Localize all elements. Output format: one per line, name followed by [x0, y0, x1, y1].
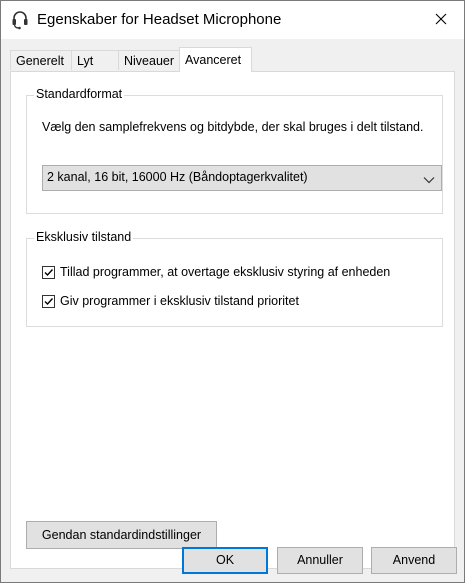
headset-icon — [11, 10, 29, 30]
exclusive-control-option[interactable]: Tillad programmer, at overtage eksklusiv… — [42, 263, 390, 281]
ok-button[interactable]: OK — [182, 547, 268, 574]
window-title: Egenskaber for Headset Microphone — [37, 11, 282, 28]
exclusive-priority-checkbox[interactable] — [42, 294, 55, 308]
tab-lyt[interactable]: Lyt — [71, 50, 119, 70]
chevron-down-icon — [423, 173, 435, 184]
default-format-select[interactable]: 2 kanal, 16 bit, 16000 Hz (Båndoptagerkv… — [42, 165, 442, 191]
apply-button[interactable]: Anvend — [371, 547, 457, 574]
exclusive-mode-group: Eksklusiv tilstand Tillad programmer, at… — [26, 230, 443, 327]
check-icon — [44, 268, 54, 276]
restore-defaults-button[interactable]: Gendan standardindstillinger — [26, 521, 217, 549]
tab-niveauer[interactable]: Niveauer — [118, 50, 180, 70]
properties-dialog: Egenskaber for Headset Microphone Genere… — [0, 0, 465, 583]
title-bar[interactable]: Egenskaber for Headset Microphone — [1, 1, 464, 39]
close-button[interactable] — [418, 1, 464, 39]
exclusive-priority-label: Giv programmer i eksklusiv tilstand prio… — [60, 294, 299, 308]
default-format-selected-value: 2 kanal, 16 bit, 16000 Hz (Båndoptagerkv… — [47, 170, 308, 184]
default-format-description: Vælg den samplefrekvens og bitdybde, der… — [42, 120, 424, 134]
default-format-group: Standardformat Vælg den samplefrekvens o… — [26, 87, 443, 214]
tab-avanceret[interactable]: Avanceret — [179, 47, 252, 72]
check-icon — [44, 297, 54, 305]
exclusive-priority-option[interactable]: Giv programmer i eksklusiv tilstand prio… — [42, 292, 299, 310]
dialog-client-area: Generelt Lyt Niveauer Avanceret Standard… — [1, 39, 464, 582]
exclusive-mode-legend: Eksklusiv tilstand — [34, 230, 134, 244]
cancel-button[interactable]: Annuller — [277, 547, 363, 574]
exclusive-control-checkbox[interactable] — [42, 265, 55, 279]
tab-generelt[interactable]: Generelt — [10, 50, 72, 70]
close-icon — [435, 13, 447, 28]
default-format-legend: Standardformat — [34, 87, 125, 101]
exclusive-control-label: Tillad programmer, at overtage eksklusiv… — [60, 265, 391, 279]
tab-panel-avanceret: Standardformat Vælg den samplefrekvens o… — [10, 71, 455, 569]
